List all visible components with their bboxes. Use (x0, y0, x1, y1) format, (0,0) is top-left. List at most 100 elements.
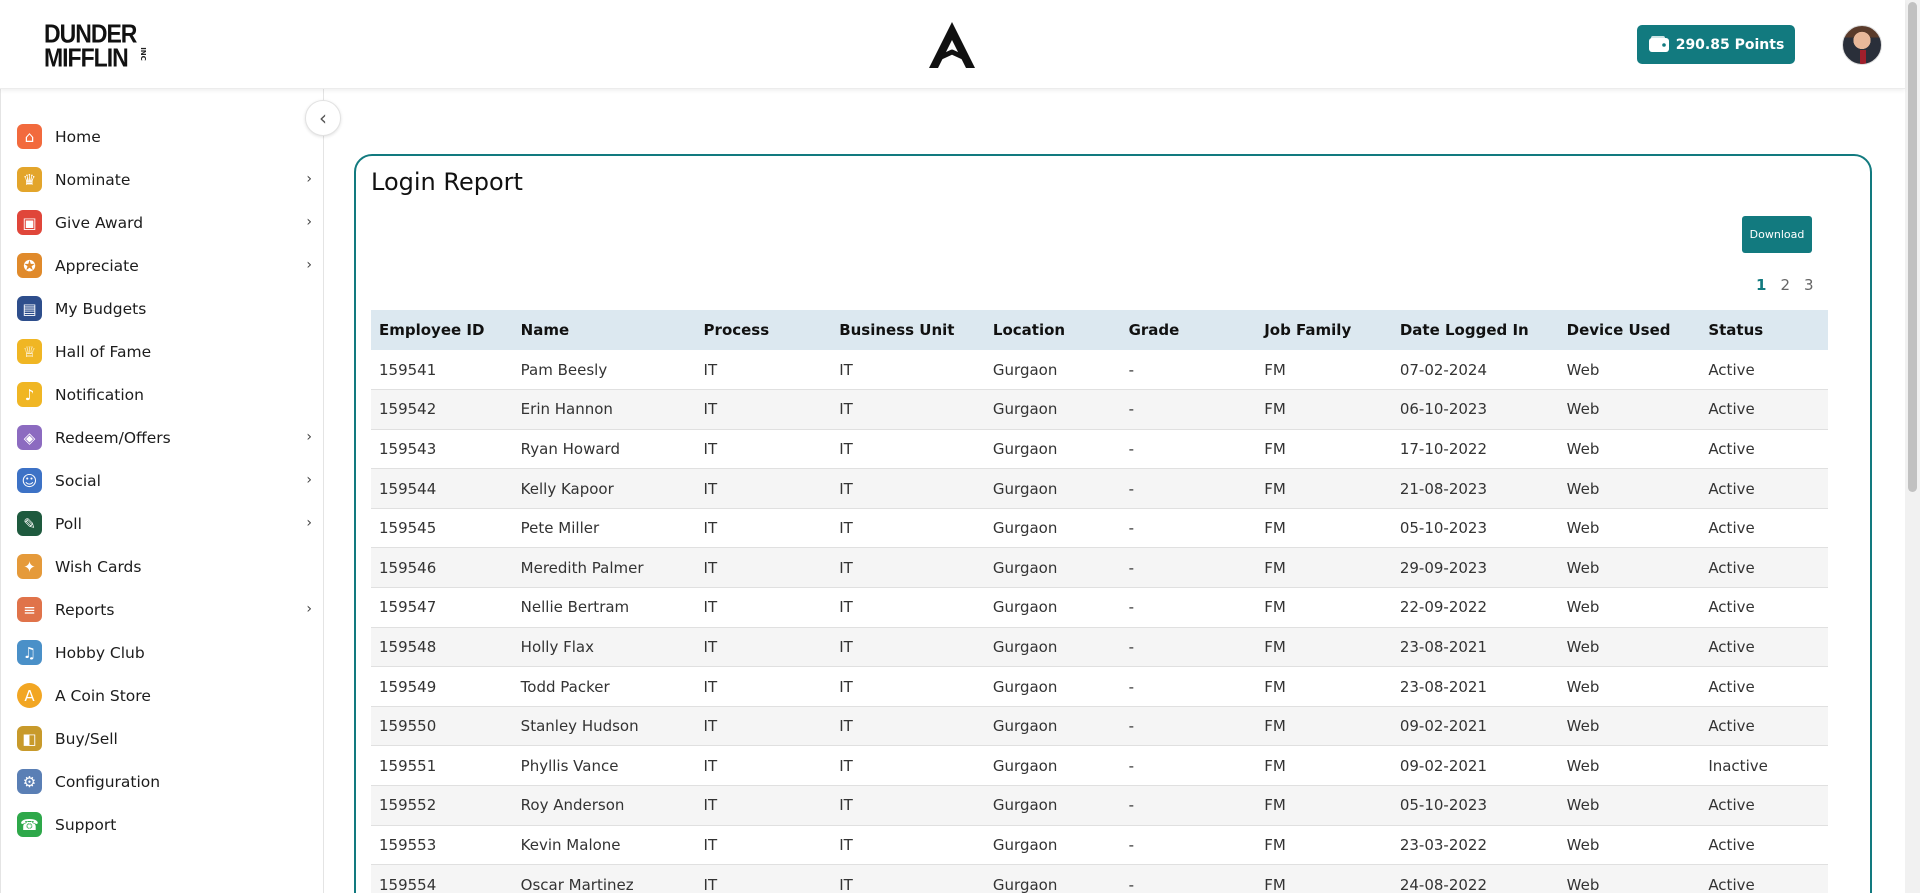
page-link-1[interactable]: 1 (1756, 276, 1766, 294)
table-cell: IT (695, 587, 832, 628)
download-button[interactable]: Download (1742, 216, 1812, 253)
sidebar-item-label: Hobby Club (55, 643, 145, 662)
table-cell: Web (1558, 706, 1701, 747)
wallet-icon: ▤ (17, 296, 42, 321)
sidebar-item-wish-cards[interactable]: ✦ Wish Cards (0, 545, 324, 588)
table-cell: Web (1558, 785, 1701, 826)
chevron-left-icon: ‹ (319, 106, 327, 130)
page-link-3[interactable]: 3 (1804, 276, 1814, 294)
report-icon: ≡ (17, 597, 42, 622)
table-cell: Active (1700, 825, 1828, 866)
sidebar-item-notification[interactable]: ♪ Notification (0, 373, 324, 416)
collapse-sidebar-button[interactable]: ‹ (305, 100, 341, 136)
table-cell: Kevin Malone (512, 825, 696, 866)
table-cell: IT (695, 825, 832, 866)
table-row: 159552 Roy Anderson IT IT Gurgaon - FM 05-10-20… (371, 785, 1828, 826)
column-header[interactable]: Date Logged In (1392, 310, 1559, 350)
table-cell: Web (1558, 429, 1701, 470)
points-button[interactable]: 290.85 Points (1637, 25, 1795, 64)
sidebar-item-home[interactable]: ⌂ Home (0, 115, 324, 158)
table-cell: Gurgaon (984, 825, 1121, 866)
page-link-2[interactable]: 2 (1780, 276, 1790, 294)
user-avatar[interactable] (1842, 25, 1882, 65)
table-cell: Pam Beesly (512, 350, 696, 391)
column-header[interactable]: Device Used (1559, 310, 1701, 350)
column-header[interactable]: Employee ID (371, 310, 513, 350)
table-cell: IT (695, 706, 832, 747)
table-cell: 05-10-2023 (1391, 508, 1559, 549)
column-header[interactable]: Job Family (1256, 310, 1392, 350)
sidebar-item-give-award[interactable]: ▣ Give Award › (0, 201, 324, 244)
column-header[interactable]: Status (1700, 310, 1828, 350)
table-cell: FM (1256, 429, 1392, 470)
column-header[interactable]: Business Unit (831, 310, 985, 350)
table-cell: FM (1256, 706, 1392, 747)
table-cell: 159545 (371, 508, 513, 549)
table-row: 159543 Ryan Howard IT IT Gurgaon - FM 17-10-202… (371, 429, 1828, 470)
table-cell: FM (1256, 547, 1392, 589)
logo-line-2: MIFFLIN (44, 42, 129, 72)
table-cell: - (1120, 706, 1257, 747)
column-header[interactable]: Location (985, 310, 1121, 350)
table-cell: Gurgaon (984, 745, 1121, 787)
sidebar-item-hobby-club[interactable]: ♫ Hobby Club (0, 631, 324, 674)
column-header[interactable]: Process (696, 310, 832, 350)
chevron-right-icon[interactable]: › (306, 429, 312, 445)
chevron-right-icon[interactable]: › (306, 171, 312, 187)
sidebar-item-poll[interactable]: ✎ Poll › (0, 502, 324, 545)
company-logo[interactable]: DUNDER MIFFLIN INC (44, 20, 147, 72)
sidebar-item-label: Social (55, 471, 101, 490)
chevron-right-icon[interactable]: › (306, 601, 312, 617)
sidebar-item-hall-of-fame[interactable]: ♕ Hall of Fame (0, 330, 324, 373)
table-cell: - (1120, 547, 1257, 589)
chevron-right-icon[interactable]: › (306, 515, 312, 531)
sidebar-item-support[interactable]: ☎ Support (0, 803, 324, 846)
table-cell: IT (695, 508, 832, 549)
table-cell: IT (831, 825, 985, 866)
sidebar-item-configuration[interactable]: ⚙ Configuration (0, 760, 324, 803)
page-scrollbar[interactable] (1905, 0, 1920, 893)
sidebar-item-social[interactable]: ☺ Social › (0, 459, 324, 502)
table-cell: 23-08-2021 (1391, 666, 1559, 707)
table-cell: IT (831, 627, 985, 668)
table-cell: IT (695, 745, 832, 787)
table-cell: 159548 (371, 627, 513, 668)
table-cell: IT (831, 389, 985, 430)
points-label: 290.85 Points (1675, 36, 1785, 53)
column-header[interactable]: Grade (1121, 310, 1257, 350)
sidebar-item-my-budgets[interactable]: ▤ My Budgets (0, 287, 324, 330)
table-cell: IT (695, 547, 832, 589)
chevron-right-icon[interactable]: › (306, 214, 312, 230)
home-icon: ⌂ (17, 124, 42, 149)
table-cell: 09-02-2021 (1391, 706, 1559, 747)
table-cell: FM (1256, 627, 1392, 668)
table-cell: Active (1700, 468, 1828, 509)
login-report-panel: Login Report Download 123 Employee ID Nam… (354, 154, 1872, 893)
table-cell: Gurgaon (984, 547, 1121, 589)
table-cell: Gurgaon (984, 389, 1121, 430)
table-cell: 159543 (371, 429, 513, 470)
sidebar-item-appreciate[interactable]: ✪ Appreciate › (0, 244, 324, 287)
chevron-right-icon[interactable]: › (306, 257, 312, 273)
table-cell: Oscar Martinez (512, 864, 696, 893)
sidebar-item-label: Configuration (55, 772, 161, 791)
table-cell: - (1120, 429, 1257, 470)
sidebar-item-a-coin-store[interactable]: A A Coin Store (0, 674, 324, 717)
table-cell: - (1120, 864, 1257, 893)
column-header[interactable]: Name (513, 310, 696, 350)
table-row: 159545 Pete Miller IT IT Gurgaon - FM 05-10-202… (371, 508, 1828, 549)
phone-icon: ☎ (17, 812, 42, 837)
table-cell: FM (1256, 587, 1392, 628)
scrollbar-thumb[interactable] (1908, 2, 1917, 492)
sidebar-item-label: A Coin Store (55, 686, 151, 705)
sidebar-item-label: Redeem/Offers (55, 428, 171, 447)
sidebar-item-redeem-offers[interactable]: ◈ Redeem/Offers › (0, 416, 324, 459)
table-cell: Ryan Howard (512, 429, 696, 470)
sidebar-item-reports[interactable]: ≡ Reports › (0, 588, 324, 631)
chevron-right-icon[interactable]: › (306, 472, 312, 488)
sidebar-item-nominate[interactable]: ♛ Nominate › (0, 158, 324, 201)
sidebar-item-buy-sell[interactable]: ◧ Buy/Sell (0, 717, 324, 760)
table-cell: IT (695, 785, 832, 826)
table-row: 159553 Kevin Malone IT IT Gurgaon - FM 23-03-20… (371, 825, 1828, 866)
table-cell: FM (1256, 864, 1392, 893)
